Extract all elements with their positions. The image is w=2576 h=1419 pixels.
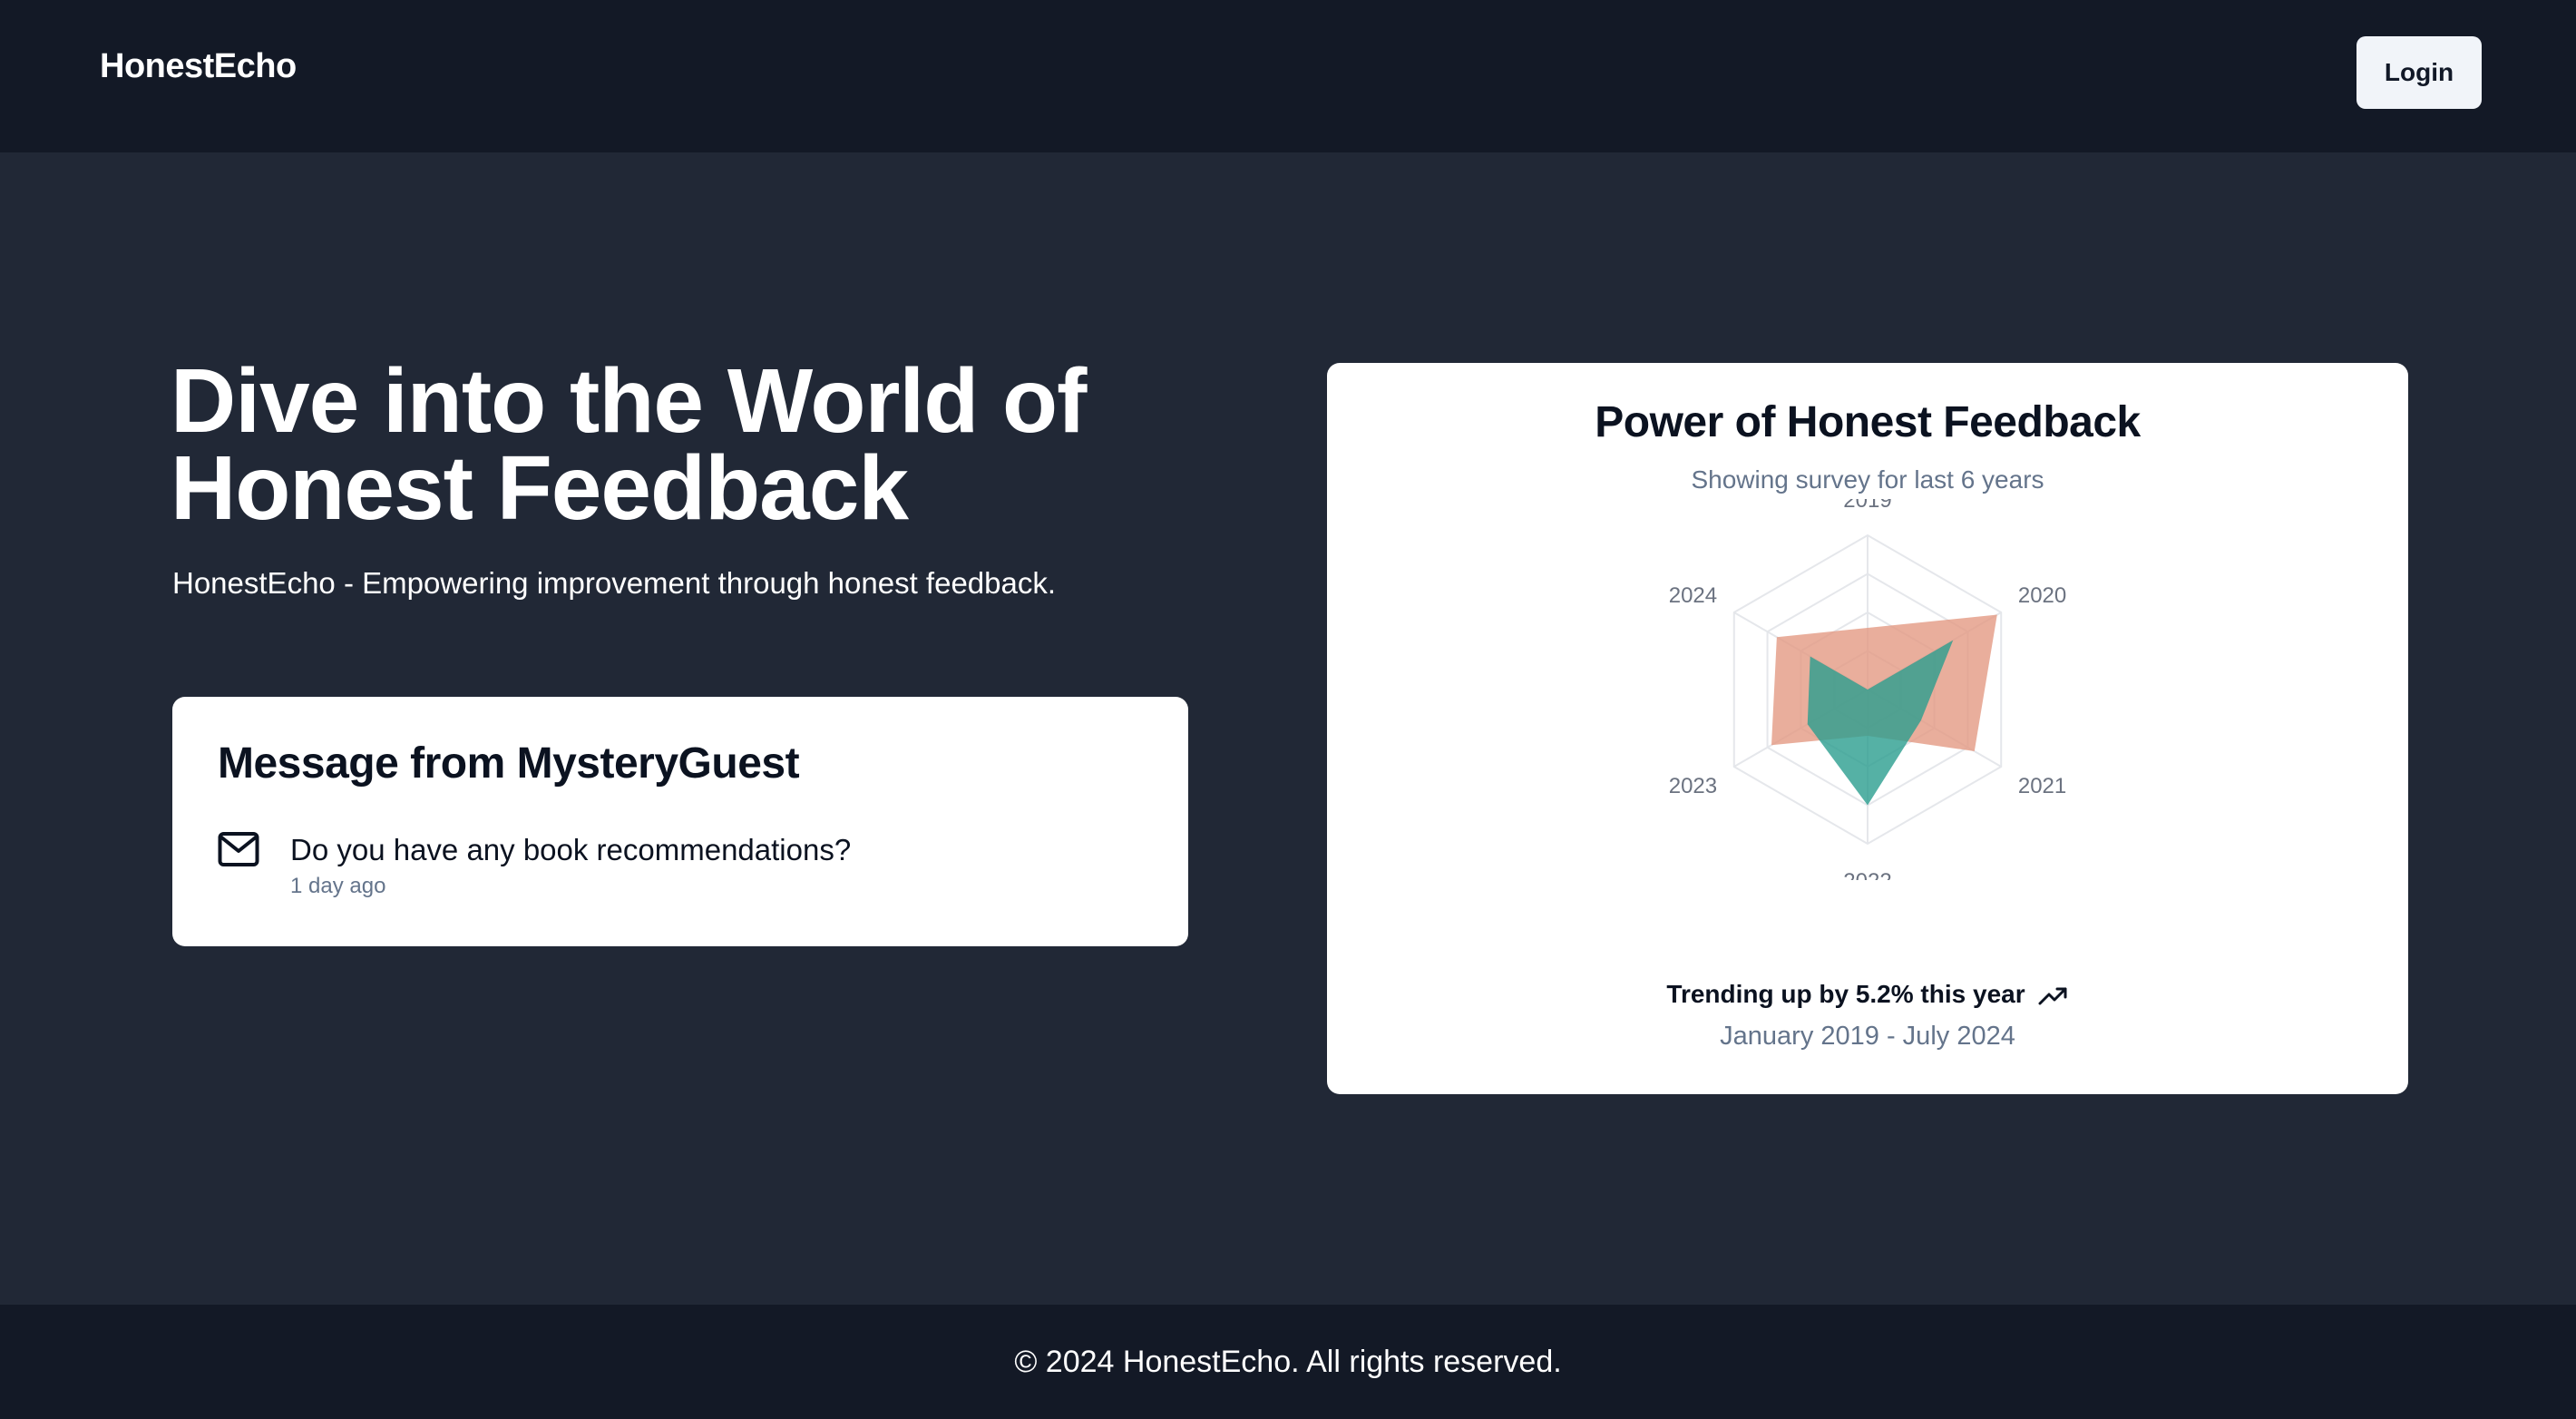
login-button[interactable]: Login <box>2356 36 2482 109</box>
radar-axis-label: 2021 <box>2018 774 2066 798</box>
footer: © 2024 HonestEcho. All rights reserved. <box>0 1305 2576 1419</box>
trending-up-icon <box>2038 987 2067 1005</box>
chart-subtitle: Showing survey for last 6 years <box>1691 465 2044 494</box>
radar-chart: 2019 2020 2021 2022 2023 2024 <box>1669 499 2067 880</box>
radar-axis-label: 2020 <box>2018 583 2066 608</box>
radar-axis-label: 2022 <box>1843 869 1891 880</box>
hero-subtitle: HonestEcho - Empowering improvement thro… <box>172 566 1057 600</box>
radar-axis-label: 2024 <box>1669 583 1717 608</box>
radar-axis-label: 2019 <box>1843 499 1891 513</box>
chart-card: Power of Honest Feedback Showing survey … <box>1327 363 2408 1094</box>
message-card-title: Message from MysteryGuest <box>218 739 800 788</box>
top-navbar: HonestEcho Login <box>0 0 2576 152</box>
trend-line: Trending up by 5.2% this year <box>1327 980 2408 1009</box>
footer-copyright: © 2024 HonestEcho. All rights reserved. <box>1014 1344 1562 1379</box>
mail-icon <box>218 832 259 866</box>
chart-period: January 2019 - July 2024 <box>1720 1022 2015 1051</box>
message-card[interactable]: Message from MysteryGuest Do you have an… <box>172 697 1188 946</box>
message-text: Do you have any book recommendations? <box>290 833 852 866</box>
radar-axis-label: 2023 <box>1669 774 1717 798</box>
message-timestamp: 1 day ago <box>290 874 386 898</box>
brand-logo-text[interactable]: HonestEcho <box>100 47 297 86</box>
chart-title: Power of Honest Feedback <box>1595 398 2141 446</box>
trend-text: Trending up by 5.2% this year <box>1666 980 2025 1008</box>
hero-title: Dive into the World of Honest Feedback <box>171 350 1087 539</box>
